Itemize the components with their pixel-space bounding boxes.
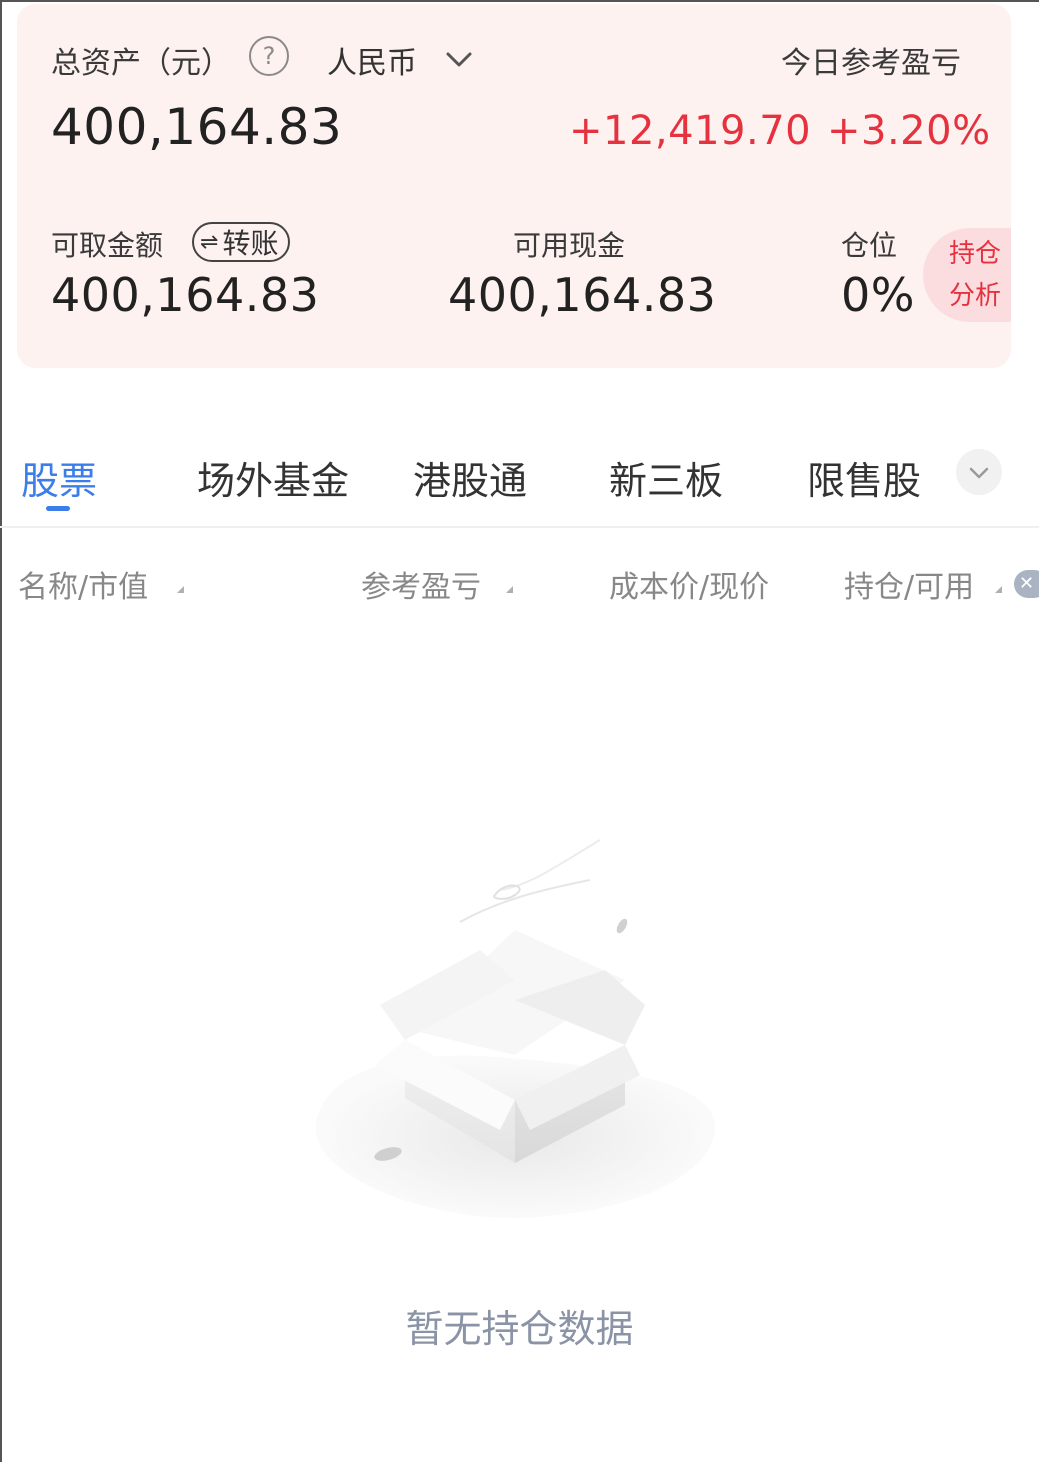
chevron-down-icon[interactable]: [445, 50, 473, 70]
position-analysis-button[interactable]: 持仓 分析: [923, 228, 1011, 322]
sort-icon: [995, 586, 1002, 593]
column-reference-pnl[interactable]: 参考盈亏: [361, 562, 481, 606]
total-assets-value: 400,164.83: [51, 98, 343, 156]
today-pnl-label: 今日参考盈亏: [781, 46, 961, 81]
tab-otc-funds[interactable]: 场外基金: [197, 450, 349, 505]
tab-hk-connect[interactable]: 港股通: [413, 450, 527, 505]
active-tab-indicator: [46, 506, 70, 511]
empty-state-message: 暂无持仓数据: [405, 1307, 634, 1351]
column-holdings-available[interactable]: 持仓/可用: [844, 562, 974, 606]
window-edge-left: [0, 0, 2, 1462]
column-cost-current-price[interactable]: 成本价/现价: [609, 562, 769, 606]
available-cash-value: 400,164.83: [448, 268, 717, 322]
currency-selector-label[interactable]: 人民币: [327, 38, 417, 82]
help-icon[interactable]: ?: [249, 36, 289, 76]
tab-neeq[interactable]: 新三板: [609, 450, 723, 505]
today-pnl-percent: +3.20%: [827, 108, 991, 154]
total-assets-label: 总资产（元）: [51, 46, 231, 81]
tab-stocks[interactable]: 股票: [21, 450, 97, 505]
withdrawable-label: 可取金额: [51, 229, 164, 262]
withdrawable-value: 400,164.83: [51, 268, 320, 322]
tabs-divider: [0, 526, 1039, 528]
sort-icon: [177, 586, 184, 593]
tab-restricted-shares[interactable]: 限售股: [807, 450, 921, 505]
transfer-button[interactable]: ⇌ 转账: [192, 222, 291, 262]
empty-box-icon: [315, 839, 716, 1219]
close-icon[interactable]: ✕: [1014, 570, 1039, 598]
transfer-button-label: 转账: [222, 227, 279, 260]
chevron-down-icon: [969, 467, 989, 479]
today-pnl-amount: +12,419.70: [569, 108, 812, 154]
sort-icon: [506, 586, 513, 593]
analysis-label-line2: 分析: [949, 281, 1002, 311]
swap-arrows-icon: ⇌: [200, 229, 219, 255]
position-label: 仓位: [841, 229, 898, 262]
tabs-expand-button[interactable]: [956, 449, 1002, 495]
asset-summary-card: 总资产（元） ? 人民币 今日参考盈亏 400,164.83 +12,419.7…: [17, 4, 1011, 368]
window-edge-top: [0, 0, 1039, 2]
column-name-market-value[interactable]: 名称/市值: [18, 562, 148, 606]
available-cash-label: 可用现金: [513, 229, 626, 262]
analysis-label-line1: 持仓: [949, 239, 1002, 269]
position-value: 0%: [841, 268, 915, 322]
